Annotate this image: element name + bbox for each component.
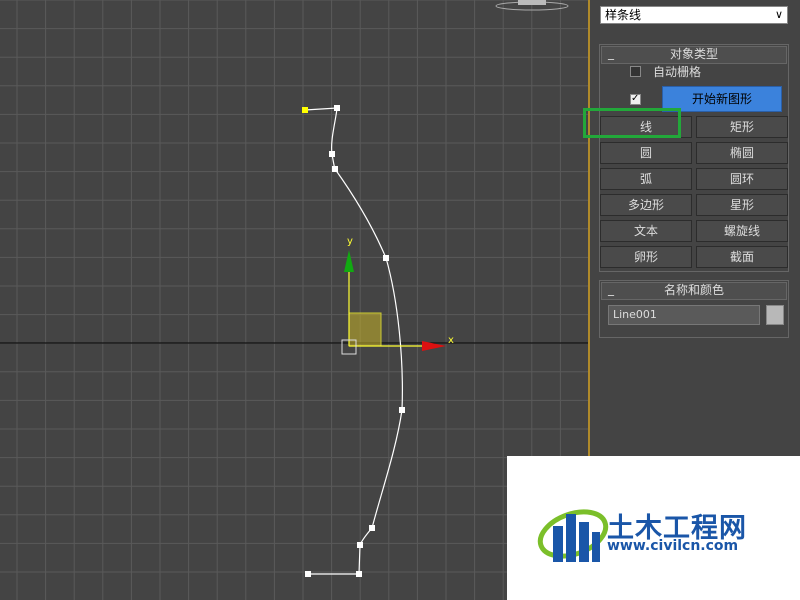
auto-grid-row[interactable]: 自动栅格: [630, 65, 701, 81]
shape-category-dropdown[interactable]: 样条线 ∨: [600, 6, 788, 24]
vertex[interactable]: [334, 105, 340, 111]
watermark: 土木工程网 www.civilcn.com: [507, 456, 800, 600]
object-name-input[interactable]: Line001: [608, 305, 760, 325]
start-new-shape-row[interactable]: [630, 92, 653, 109]
chevron-down-icon[interactable]: ∨: [775, 7, 783, 23]
line-button[interactable]: 线: [600, 116, 692, 138]
vertex[interactable]: [329, 151, 335, 157]
collapse-icon[interactable]: _: [608, 46, 614, 60]
vertex[interactable]: [356, 571, 362, 577]
vertex[interactable]: [305, 571, 311, 577]
gizmo-xy-plane[interactable]: [348, 312, 382, 347]
viewport-canvas[interactable]: y x: [0, 0, 588, 600]
name-color-header[interactable]: _ 名称和颜色: [601, 282, 787, 300]
donut-button[interactable]: 圆环: [696, 168, 788, 190]
perspective-viewport[interactable]: y x: [0, 0, 588, 600]
y-axis-label: y: [347, 236, 353, 247]
name-color-title: 名称和颜色: [663, 283, 724, 297]
rectangle-button[interactable]: 矩形: [696, 116, 788, 138]
first-vertex[interactable]: [302, 107, 308, 113]
ngon-button[interactable]: 多边形: [600, 194, 692, 216]
watermark-url: www.civilcn.com: [607, 538, 739, 554]
ellipse-button[interactable]: 椭圆: [696, 142, 788, 164]
start-new-shape-button[interactable]: 开始新图形: [662, 86, 782, 112]
vertex[interactable]: [399, 407, 405, 413]
vertex[interactable]: [332, 166, 338, 172]
arc-button[interactable]: 弧: [600, 168, 692, 190]
auto-grid-label: 自动栅格: [653, 65, 702, 79]
egg-button[interactable]: 卵形: [600, 246, 692, 268]
section-button[interactable]: 截面: [696, 246, 788, 268]
dropdown-value: 样条线: [605, 8, 642, 22]
vertex[interactable]: [357, 542, 363, 548]
start-new-shape-checkbox[interactable]: [630, 92, 641, 106]
star-button[interactable]: 星形: [696, 194, 788, 216]
auto-grid-checkbox[interactable]: [630, 66, 641, 77]
x-axis-label: x: [448, 335, 454, 346]
vertex[interactable]: [369, 525, 375, 531]
object-type-title: 对象类型: [669, 47, 718, 61]
vertex[interactable]: [383, 255, 389, 261]
object-color-swatch[interactable]: [766, 305, 784, 325]
helix-button[interactable]: 螺旋线: [696, 220, 788, 242]
collapse-icon[interactable]: _: [608, 282, 614, 296]
object-type-header[interactable]: _ 对象类型: [601, 46, 787, 64]
text-button[interactable]: 文本: [600, 220, 692, 242]
circle-button[interactable]: 圆: [600, 142, 692, 164]
